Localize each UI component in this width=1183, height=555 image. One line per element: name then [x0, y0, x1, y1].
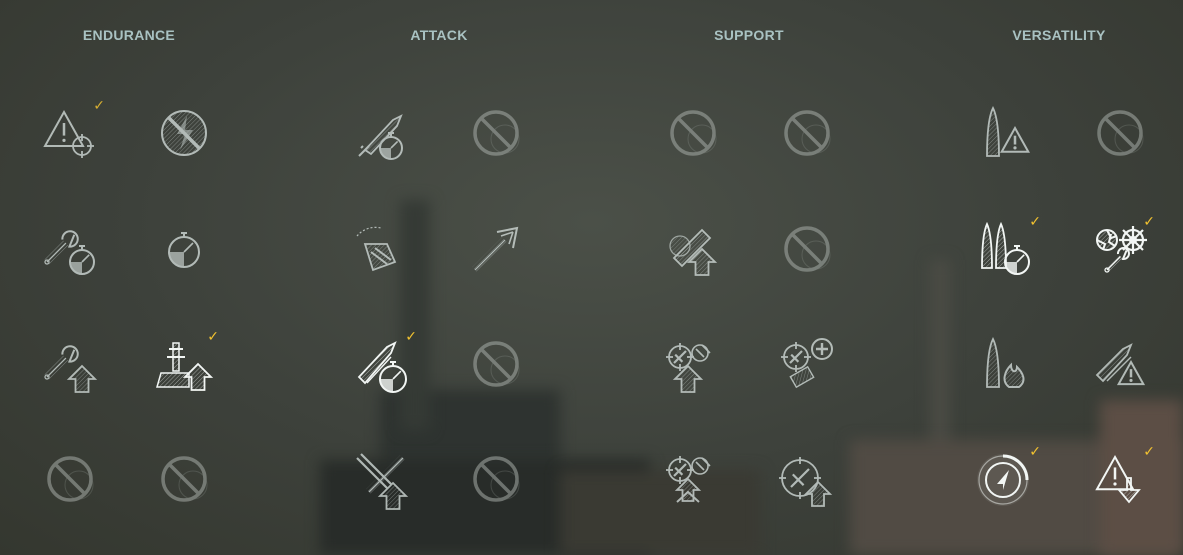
skill-slot[interactable]: [461, 444, 531, 514]
consumable-up-icon: [669, 228, 718, 276]
wrench-timer-icon: [44, 230, 95, 275]
skill-slot[interactable]: [772, 98, 842, 168]
skill-slot[interactable]: [35, 329, 105, 399]
locked-skill-icon: [161, 456, 208, 502]
selected-check-icon: ✓: [405, 328, 417, 344]
skill-slot[interactable]: [149, 444, 219, 514]
skill-slot[interactable]: [772, 444, 842, 514]
locked-skill-icon: [1097, 110, 1144, 156]
selected-check-icon: ✓: [1029, 443, 1041, 459]
skill-slot[interactable]: ✓: [971, 214, 1041, 284]
skill-slot[interactable]: ✓: [35, 98, 105, 168]
locked-skill-icon: [473, 341, 520, 387]
shell-timer-icon: [358, 114, 403, 160]
skill-slot[interactable]: [772, 214, 842, 284]
skill-slot[interactable]: [658, 98, 728, 168]
selected-check-icon: ✓: [1143, 443, 1155, 459]
crossed-guns-up-icon: [356, 453, 409, 510]
locked-skill-icon: [473, 110, 520, 156]
aa-plus-icon: [781, 338, 833, 389]
aa-up-icon: [666, 343, 711, 393]
skill-slot[interactable]: [461, 214, 531, 284]
shell-range-icon: [472, 226, 519, 273]
aa-crosshair-up-icon: [779, 457, 833, 507]
locked-skill-icon: [784, 226, 831, 272]
skill-slot[interactable]: [658, 444, 728, 514]
locked-skill-icon: [784, 110, 831, 156]
skill-slot[interactable]: [461, 329, 531, 399]
turret-icon: [356, 226, 397, 272]
skill-slot[interactable]: [658, 214, 728, 284]
aa-double-up-icon: [666, 456, 711, 503]
column-heading-endurance: ENDURANCE: [82, 27, 176, 43]
skill-slot[interactable]: [971, 329, 1041, 399]
skill-slot[interactable]: ✓: [1085, 214, 1155, 284]
torpedo-alert-icon: [986, 105, 1031, 157]
skill-slot[interactable]: [772, 329, 842, 399]
selected-check-icon: ✓: [1029, 213, 1041, 229]
skill-slot[interactable]: ✓: [347, 329, 417, 399]
skill-slot[interactable]: [1085, 98, 1155, 168]
skill-slot[interactable]: [35, 214, 105, 284]
skill-slot[interactable]: [347, 98, 417, 168]
no-lightning-icon: [161, 110, 207, 156]
locked-skill-icon: [473, 456, 520, 502]
locked-skill-icon: [47, 456, 94, 502]
wrench-up-icon: [44, 345, 98, 393]
skill-slot[interactable]: [347, 444, 417, 514]
selected-check-icon: ✓: [1143, 213, 1155, 229]
column-heading-versatility: VERSATILITY: [1012, 27, 1106, 43]
column-heading-attack: ATTACK: [410, 27, 468, 43]
skill-slot[interactable]: [658, 329, 728, 399]
shells-alert-icon: [1095, 343, 1146, 386]
skill-slot[interactable]: [35, 444, 105, 514]
skill-slot[interactable]: [149, 98, 219, 168]
skill-slot[interactable]: [1085, 329, 1155, 399]
selected-check-icon: ✓: [93, 97, 105, 113]
skill-slot[interactable]: ✓: [149, 329, 219, 399]
skill-slot[interactable]: ✓: [1085, 444, 1155, 514]
skill-slot[interactable]: [971, 98, 1041, 168]
skill-slot[interactable]: [149, 214, 219, 284]
column-heading-support: SUPPORT: [714, 27, 784, 43]
skill-slot[interactable]: [347, 214, 417, 284]
locked-skill-icon: [670, 110, 717, 156]
skill-slot[interactable]: ✓: [971, 444, 1041, 514]
torpedo-fire-icon: [986, 336, 1025, 388]
stopwatch-icon: [168, 232, 200, 268]
skill-slot[interactable]: [461, 98, 531, 168]
selected-check-icon: ✓: [207, 328, 219, 344]
